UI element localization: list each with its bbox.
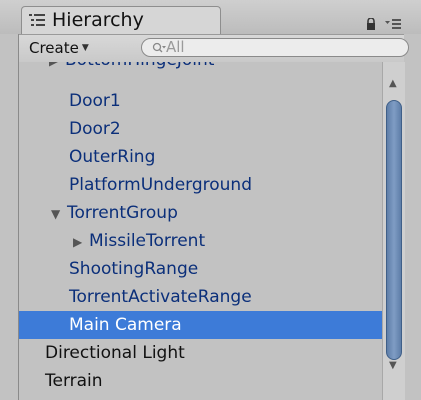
tree-item[interactable]: Door2 <box>19 115 382 143</box>
tree-item-label: Terrain <box>45 371 103 391</box>
tree-item-label: Main Camera <box>69 315 182 335</box>
search-placeholder: All <box>166 38 185 56</box>
scroll-up-arrow-icon[interactable]: ▲ <box>389 78 397 89</box>
tree-item-label: TorrentGroup <box>67 203 178 223</box>
tree-item[interactable]: TorrentActivateRange <box>19 283 382 311</box>
collapsed-arrow-icon[interactable]: ▶ <box>73 228 89 256</box>
panel-menu-icon[interactable] <box>385 18 401 30</box>
tree-item-label: TorrentActivateRange <box>69 287 252 307</box>
panel-tab-bar: Hierarchy <box>0 0 421 36</box>
tree-item[interactable]: Terrain <box>19 367 382 395</box>
tree-item[interactable]: Directional Light <box>19 339 382 367</box>
tree-item[interactable]: ▶ MissileTorrent <box>19 227 382 255</box>
tree-item[interactable]: ShootingRange <box>19 255 382 283</box>
chevron-down-icon: ▼ <box>81 43 89 53</box>
collapsed-arrow-icon[interactable]: ▶ <box>49 62 65 75</box>
tree-item-label: Door1 <box>69 91 121 111</box>
tree-item[interactable]: ▼ TorrentGroup <box>19 199 382 227</box>
create-dropdown-button[interactable]: Create ▼ <box>29 38 89 58</box>
tab-hierarchy[interactable]: Hierarchy <box>21 6 221 36</box>
scrollbar-thumb[interactable] <box>386 100 402 360</box>
tree-item-label: OuterRing <box>69 147 156 167</box>
tree-item[interactable]: Door1 <box>19 87 382 115</box>
expanded-arrow-icon[interactable]: ▼ <box>51 200 67 228</box>
tree-item-label: Door2 <box>69 119 121 139</box>
hierarchy-tree: ▶BottomHingeJoint Door1 Door2 OuterRing … <box>19 62 382 400</box>
tree-item[interactable]: ▶BottomHingeJoint <box>19 62 382 74</box>
tree-item[interactable]: OuterRing <box>19 143 382 171</box>
create-label: Create <box>29 39 79 57</box>
tree-item-label: ShootingRange <box>69 259 199 279</box>
scroll-down-arrow-icon[interactable]: ▼ <box>389 360 397 371</box>
lock-icon[interactable] <box>366 18 376 30</box>
tree-item-label: PlatformUnderground <box>69 175 252 195</box>
tree-item-selected[interactable]: Main Camera <box>19 311 382 339</box>
tree-item[interactable]: PlatformUnderground <box>19 171 382 199</box>
search-input[interactable]: All <box>141 38 409 57</box>
vertical-scrollbar[interactable]: ▲ ▼ <box>382 62 405 400</box>
hierarchy-toolbar: Create ▼ All <box>19 34 409 63</box>
tree-item-label: BottomHingeJoint <box>65 62 214 70</box>
tab-title: Hierarchy <box>52 9 144 31</box>
tree-item-label: MissileTorrent <box>89 231 206 251</box>
tree-item-label: Directional Light <box>45 343 185 363</box>
hierarchy-list-icon <box>29 14 45 26</box>
